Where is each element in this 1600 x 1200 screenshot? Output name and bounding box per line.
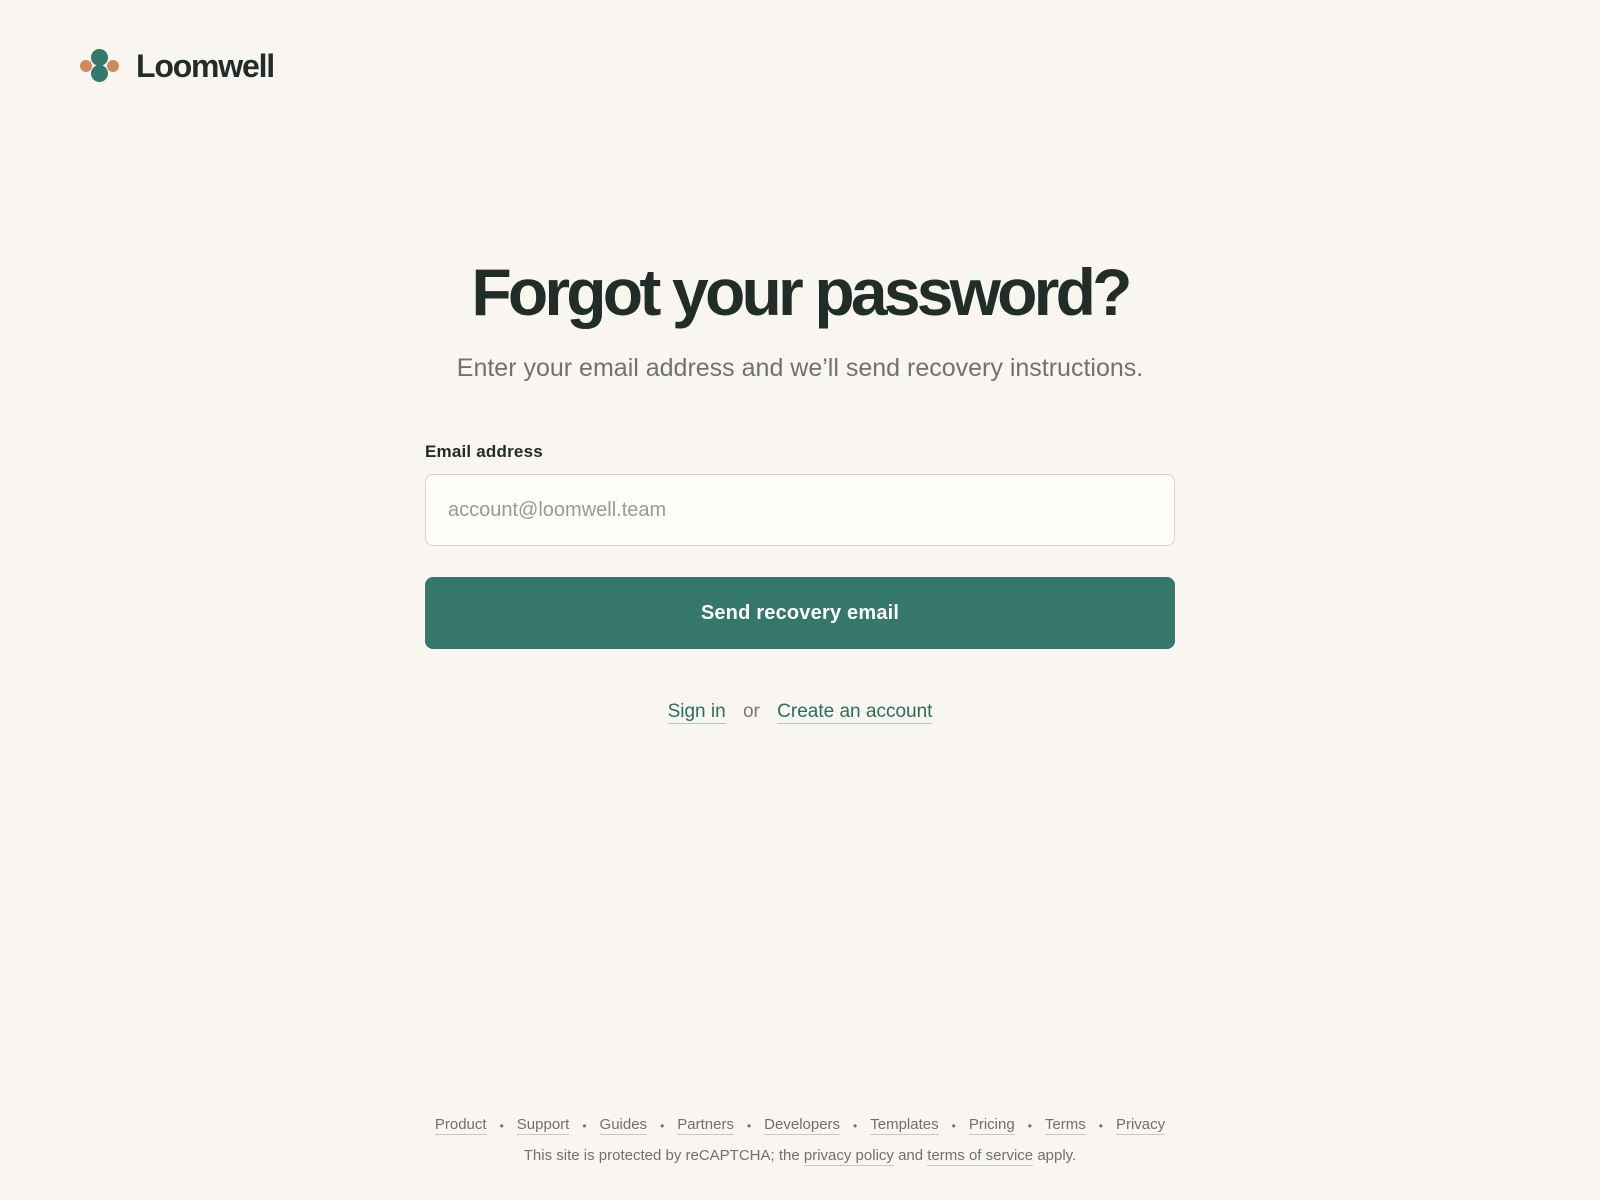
footer-link-partners[interactable]: Partners	[677, 1116, 734, 1135]
footer-link-support[interactable]: Support	[516, 1116, 570, 1135]
footer-separator: •	[1098, 1118, 1103, 1133]
footer-separator: •	[499, 1118, 504, 1133]
send-recovery-email-button[interactable]: Send recovery email	[425, 577, 1175, 649]
brand-name: Loomwell	[136, 47, 275, 84]
logo-dot-top	[91, 49, 108, 66]
footer-link-pricing[interactable]: Pricing	[968, 1116, 1015, 1135]
footer-separator: •	[853, 1118, 858, 1133]
recaptcha-text-prefix: This site is protected by reCAPTCHA; the	[523, 1147, 800, 1164]
footer-link-templates[interactable]: Templates	[870, 1116, 939, 1135]
recaptcha-text-suffix: apply.	[1037, 1147, 1077, 1164]
email-label: Email address	[425, 442, 543, 461]
terms-of-service-link[interactable]: terms of service	[927, 1147, 1034, 1166]
footer-link-guides[interactable]: Guides	[599, 1116, 648, 1135]
recovery-header: Forgot your password? Enter your email a…	[0, 250, 1600, 384]
footer-link-product[interactable]: Product	[434, 1116, 487, 1135]
recovery-form: Email address Send recovery email	[425, 442, 1175, 649]
page-subtitle: Enter your email address and we’ll send …	[456, 354, 1144, 382]
footer-separator: •	[582, 1118, 587, 1133]
page-title: Forgot your password?	[471, 255, 1132, 329]
logo-dot-bottom	[91, 65, 108, 82]
footer-separator: •	[951, 1118, 956, 1133]
footer-nav: Product • Support • Guides • Partners • …	[0, 1116, 1600, 1135]
recaptcha-notice: This site is protected by reCAPTCHA; the…	[0, 1147, 1600, 1166]
footer-link-privacy[interactable]: Privacy	[1115, 1116, 1166, 1135]
logo-dot-left	[80, 60, 92, 72]
recaptcha-text-middle: and	[898, 1147, 924, 1164]
footer: Product • Support • Guides • Partners • …	[0, 1116, 1600, 1166]
brand-logo[interactable]: Loomwell	[80, 44, 275, 88]
footer-separator: •	[660, 1118, 665, 1133]
footer-link-developers[interactable]: Developers	[764, 1116, 841, 1135]
create-account-link[interactable]: Create an account	[777, 701, 933, 724]
sign-in-link[interactable]: Sign in	[667, 701, 726, 724]
footer-separator: •	[1027, 1118, 1032, 1133]
privacy-policy-link[interactable]: privacy policy	[803, 1147, 894, 1166]
or-text: or	[742, 701, 760, 722]
footer-separator: •	[746, 1118, 752, 1133]
footer-link-terms[interactable]: Terms	[1044, 1116, 1086, 1135]
alternate-actions: Sign in or Create an account	[0, 701, 1600, 724]
loomwell-logo-icon	[80, 48, 120, 84]
logo-dot-right	[107, 60, 119, 72]
email-field[interactable]	[425, 474, 1175, 546]
